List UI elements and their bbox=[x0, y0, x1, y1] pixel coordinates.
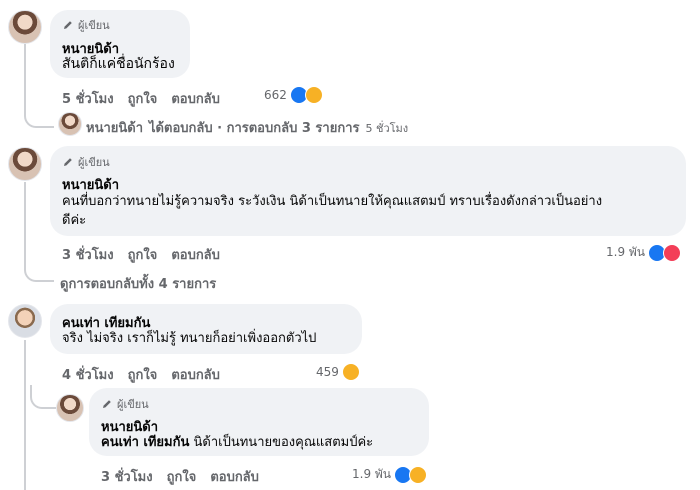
comment-text-line-2: ดีค่ะ bbox=[62, 213, 87, 228]
pencil-icon bbox=[64, 158, 72, 166]
avatar[interactable] bbox=[8, 304, 42, 338]
comment-text-line-1: คนที่บอกว่าทนายไม่รู้ความจริง ระวังเงิน … bbox=[62, 194, 603, 209]
thread-connector bbox=[30, 385, 56, 409]
comment-actions: 5 ชั่วโมง ถูกใจ ตอบกลับ bbox=[62, 88, 220, 109]
badge-label: ผู้เขียน bbox=[78, 19, 110, 32]
avatar[interactable] bbox=[8, 147, 42, 181]
like-button[interactable]: ถูกใจ bbox=[128, 364, 158, 385]
avatar[interactable] bbox=[8, 10, 42, 44]
like-button[interactable]: ถูกใจ bbox=[167, 466, 197, 487]
author-badge: ผู้เขียน bbox=[62, 153, 110, 171]
avatar[interactable] bbox=[58, 112, 82, 136]
reaction-count: 459 bbox=[316, 365, 339, 379]
pencil-icon bbox=[64, 21, 72, 29]
timestamp[interactable]: 5 ชั่วโมง bbox=[62, 88, 114, 109]
haha-reaction-icon bbox=[304, 86, 323, 104]
reaction-count: 1.9 พัน bbox=[352, 467, 392, 481]
reaction-count: 662 bbox=[264, 88, 287, 102]
comment-text: คนเท่า เทียมกัน นิด้าเป็นทนายของคุณแสตมป… bbox=[101, 433, 373, 452]
author-badge: ผู้เขียน bbox=[62, 16, 110, 34]
reply-button[interactable]: ตอบกลับ bbox=[171, 244, 220, 265]
badge-label: ผู้เขียน bbox=[117, 398, 149, 411]
reaction-summary[interactable]: 459 bbox=[316, 363, 360, 381]
replies-time: 5 ชั่วโมง bbox=[365, 121, 409, 135]
haha-reaction-icon bbox=[409, 465, 428, 484]
reaction-count: 1.9 พัน bbox=[606, 245, 646, 259]
mention-link[interactable]: คนเท่า เทียมกัน bbox=[101, 435, 189, 450]
thread-connector bbox=[24, 182, 54, 282]
comment-text: จริง ไม่จริง เราก็ไม่รู้ ทนายก็อย่าเพิ่ง… bbox=[62, 331, 317, 346]
pencil-icon bbox=[103, 400, 111, 408]
avatar[interactable] bbox=[56, 394, 84, 422]
reaction-summary[interactable]: 1.9 พัน bbox=[606, 243, 682, 262]
like-button[interactable]: ถูกใจ bbox=[128, 88, 158, 109]
replies-text: ได้ตอบกลับ · การตอบกลับ 3 รายการ bbox=[149, 121, 360, 136]
reply-button[interactable]: ตอบกลับ bbox=[171, 88, 220, 109]
comment-actions: 3 ชั่วโมง ถูกใจ ตอบกลับ bbox=[101, 466, 259, 487]
replies-summary-link[interactable]: หนายนิด้า ได้ตอบกลับ · การตอบกลับ 3 รายก… bbox=[86, 117, 408, 138]
thread-connector bbox=[24, 340, 26, 490]
thread-connector bbox=[24, 44, 54, 128]
view-all-replies-link[interactable]: ดูการตอบกลับทั้ง 4 รายการ bbox=[60, 273, 216, 294]
badge-label: ผู้เขียน bbox=[78, 156, 110, 169]
timestamp[interactable]: 4 ชั่วโมง bbox=[62, 364, 114, 385]
reaction-summary[interactable]: 1.9 พัน bbox=[352, 465, 428, 484]
haha-reaction-icon bbox=[341, 363, 360, 381]
reaction-summary[interactable]: 662 bbox=[264, 86, 323, 104]
replies-author: หนายนิด้า bbox=[86, 121, 144, 136]
reply-button[interactable]: ตอบกลับ bbox=[210, 466, 259, 487]
comment-actions: 4 ชั่วโมง ถูกใจ ตอบกลับ bbox=[62, 364, 220, 385]
comment-text-body: นิด้าเป็นทนายของคุณแสตมป์ค่ะ bbox=[189, 435, 374, 450]
reply-button[interactable]: ตอบกลับ bbox=[171, 364, 220, 385]
comment-actions: 3 ชั่วโมง ถูกใจ ตอบกลับ bbox=[62, 244, 220, 265]
love-reaction-icon bbox=[663, 243, 682, 262]
view-all-replies-label: ดูการตอบกลับทั้ง 4 รายการ bbox=[60, 277, 217, 292]
author-badge: ผู้เขียน bbox=[101, 395, 149, 413]
comment-bubble bbox=[50, 146, 686, 236]
like-button[interactable]: ถูกใจ bbox=[128, 244, 158, 265]
comment-text: สันติก็แค่ชื่อนักร้อง bbox=[62, 56, 175, 72]
timestamp[interactable]: 3 ชั่วโมง bbox=[62, 244, 114, 265]
timestamp[interactable]: 3 ชั่วโมง bbox=[101, 466, 153, 487]
